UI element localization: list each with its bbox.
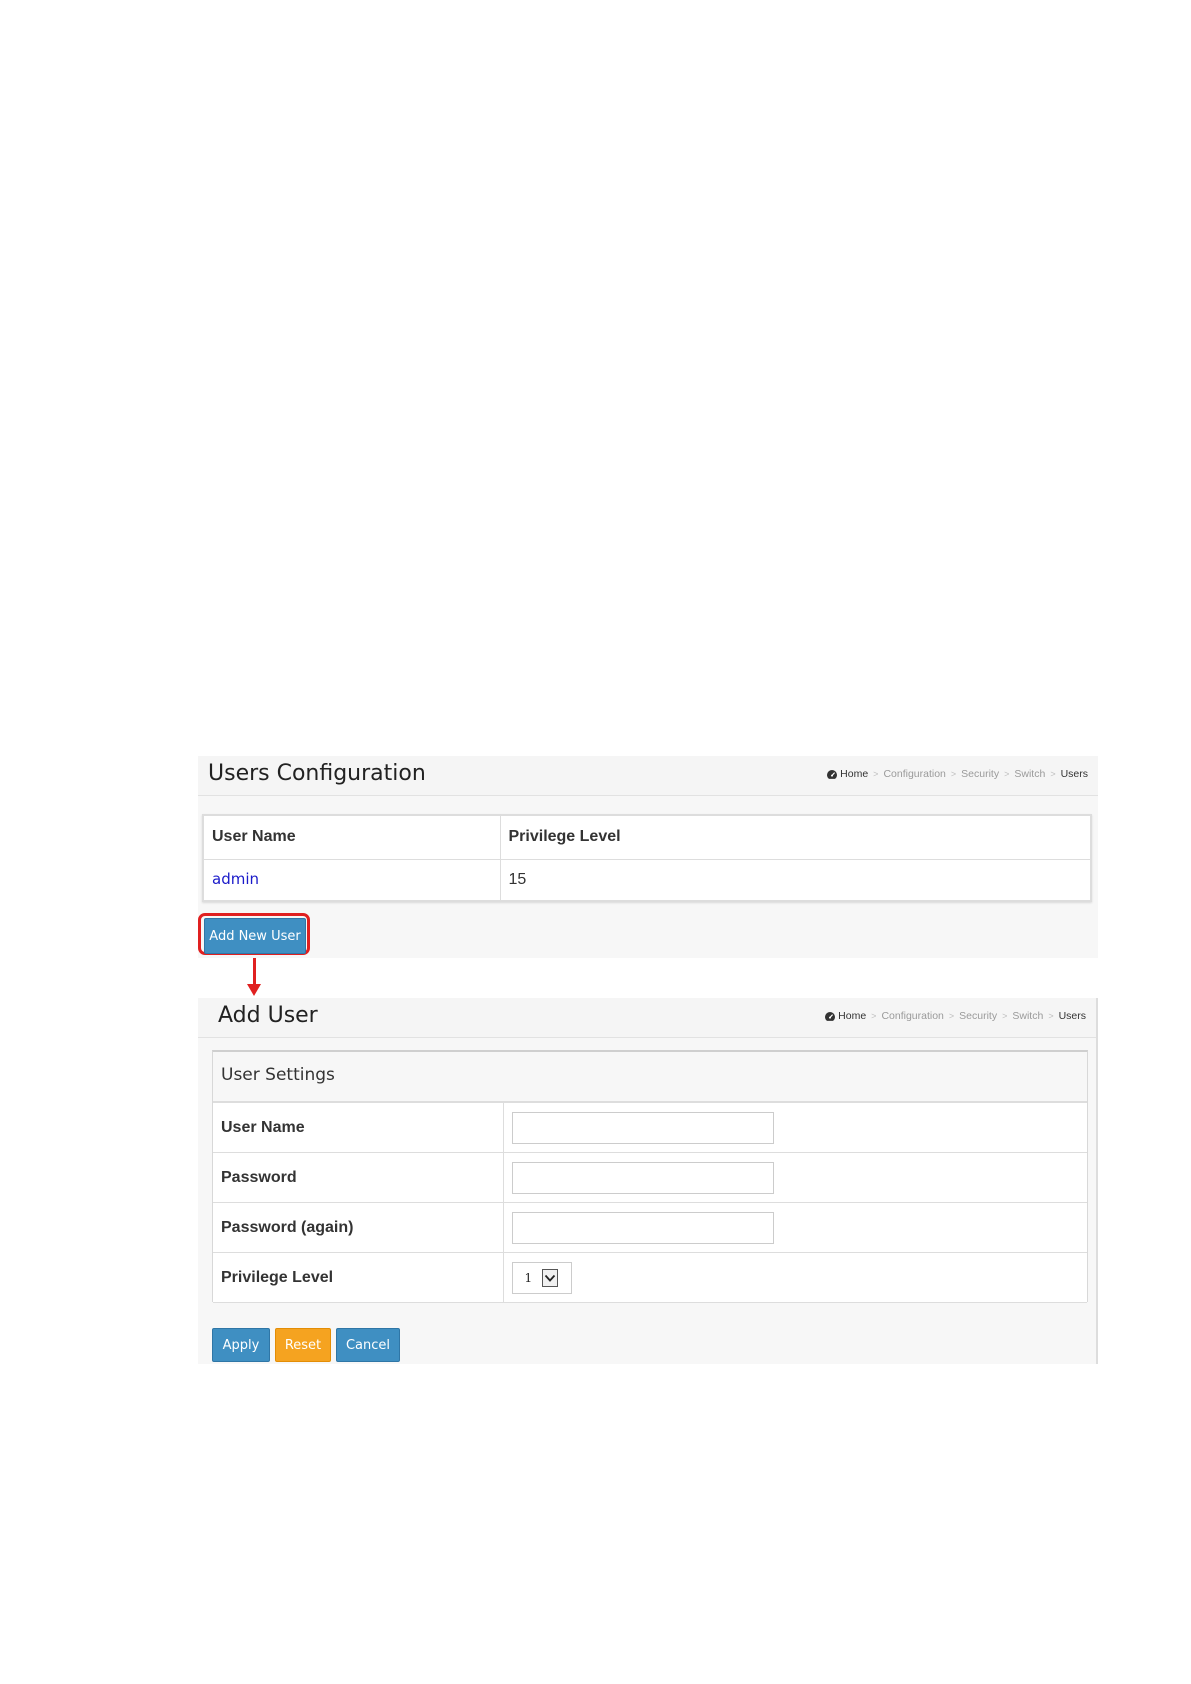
column-header-user-name: User Name bbox=[202, 814, 501, 860]
password-again-input[interactable] bbox=[511, 1211, 774, 1244]
user-name-input[interactable] bbox=[511, 1111, 774, 1144]
breadcrumb-home[interactable]: Home bbox=[826, 768, 868, 780]
table-row: admin 15 bbox=[202, 858, 1092, 902]
breadcrumb-switch[interactable]: Switch bbox=[1012, 1010, 1043, 1022]
cancel-button[interactable]: Cancel bbox=[336, 1328, 400, 1362]
column-header-privilege-level: Privilege Level bbox=[499, 814, 1092, 860]
form-row-privilege-level: Privilege Level 1 bbox=[213, 1252, 1087, 1303]
breadcrumb-separator: > bbox=[950, 769, 957, 779]
reset-button[interactable]: Reset bbox=[275, 1328, 331, 1362]
privilege-level-label: Privilege Level bbox=[213, 1252, 504, 1303]
page-title: Users Configuration bbox=[208, 761, 426, 786]
breadcrumb-users: Users bbox=[1058, 1010, 1086, 1022]
breadcrumb-separator: > bbox=[1048, 1011, 1054, 1021]
breadcrumb-separator: > bbox=[871, 1011, 877, 1021]
breadcrumb-separator: > bbox=[948, 1011, 955, 1021]
add-user-panel: Add User Home > Configuration > Security… bbox=[198, 998, 1098, 1364]
password-again-label: Password (again) bbox=[213, 1202, 504, 1253]
password-again-field-cell bbox=[503, 1202, 1087, 1253]
user-name-cell: admin bbox=[202, 858, 501, 902]
apply-button[interactable]: Apply bbox=[212, 1328, 270, 1362]
page-title: Add User bbox=[218, 1003, 318, 1028]
tachometer-icon bbox=[824, 1011, 836, 1022]
breadcrumb-security[interactable]: Security bbox=[961, 768, 999, 780]
privilege-level-field-cell: 1 bbox=[503, 1252, 1087, 1303]
breadcrumb-switch[interactable]: Switch bbox=[1014, 768, 1045, 780]
breadcrumb-security[interactable]: Security bbox=[959, 1010, 997, 1022]
user-name-field-cell bbox=[503, 1102, 1087, 1153]
section-title: User Settings bbox=[213, 1052, 1087, 1102]
breadcrumb-configuration[interactable]: Configuration bbox=[881, 1010, 943, 1022]
users-table: User Name Privilege Level admin 15 bbox=[202, 814, 1092, 902]
table-header-row: User Name Privilege Level bbox=[202, 814, 1092, 860]
form-row-user-name: User Name bbox=[213, 1102, 1087, 1153]
page-header: Users Configuration Home > Configuration… bbox=[198, 756, 1098, 796]
breadcrumb-separator: > bbox=[1004, 769, 1010, 779]
breadcrumb-home-label: Home bbox=[838, 1010, 867, 1022]
password-input[interactable] bbox=[511, 1161, 774, 1194]
breadcrumb-separator: > bbox=[873, 769, 879, 779]
users-configuration-panel: Users Configuration Home > Configuration… bbox=[198, 756, 1098, 958]
annotation-arrow-line bbox=[253, 958, 256, 986]
password-field-cell bbox=[503, 1152, 1087, 1203]
user-link-admin[interactable]: admin bbox=[212, 870, 259, 888]
user-name-label: User Name bbox=[213, 1102, 504, 1153]
page-header: Add User Home > Configuration > Security… bbox=[198, 998, 1096, 1038]
tachometer-icon bbox=[826, 769, 838, 780]
privilege-level-select[interactable]: 1 bbox=[511, 1261, 572, 1294]
breadcrumb-users: Users bbox=[1060, 768, 1088, 780]
breadcrumb-configuration[interactable]: Configuration bbox=[883, 768, 945, 780]
breadcrumb: Home > Configuration > Security > Switch… bbox=[824, 1010, 1086, 1022]
chevron-down-icon[interactable] bbox=[542, 1268, 559, 1287]
breadcrumb-separator: > bbox=[1050, 769, 1056, 779]
breadcrumb: Home > Configuration > Security > Switch… bbox=[826, 768, 1088, 780]
user-settings-table: User Name Password Password (again) Priv… bbox=[213, 1102, 1087, 1303]
form-row-password: Password bbox=[213, 1152, 1087, 1203]
add-new-user-button[interactable]: Add New User bbox=[204, 918, 306, 954]
privilege-level-value: 1 bbox=[524, 1270, 533, 1285]
breadcrumb-home-label: Home bbox=[840, 768, 869, 780]
arrow-down-icon bbox=[247, 984, 261, 996]
breadcrumb-separator: > bbox=[1002, 1011, 1008, 1021]
form-row-password-again: Password (again) bbox=[213, 1202, 1087, 1253]
privilege-level-cell: 15 bbox=[499, 858, 1092, 902]
password-label: Password bbox=[213, 1152, 504, 1203]
breadcrumb-home[interactable]: Home bbox=[824, 1010, 866, 1022]
user-settings-box: User Settings User Name Password Passwor… bbox=[212, 1050, 1088, 1303]
